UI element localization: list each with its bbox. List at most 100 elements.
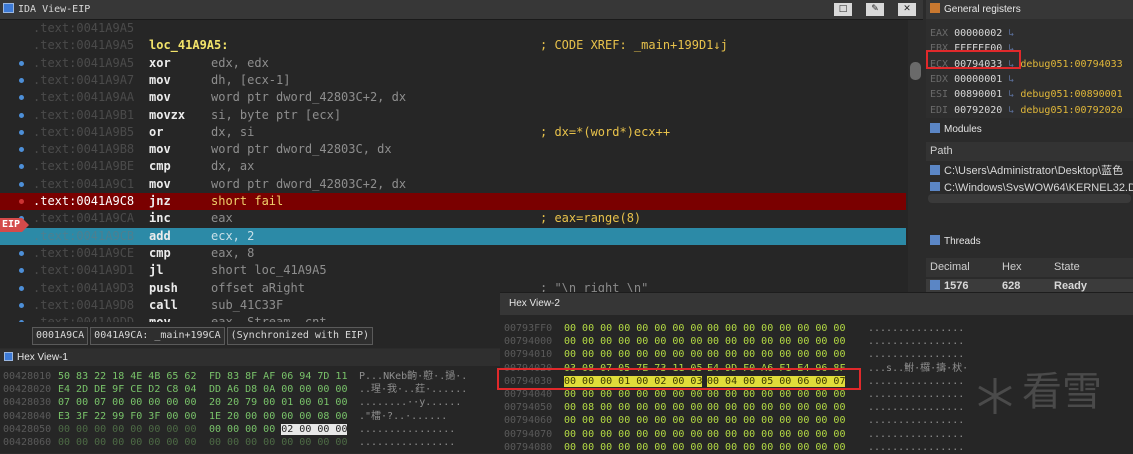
hex-address[interactable]: 00794070 [504, 429, 552, 440]
hex-ascii[interactable]: ................ [868, 376, 964, 387]
hex-ascii[interactable]: ................ [359, 424, 455, 435]
code-line[interactable]: .text:0041A9B8 mov word ptr dword_42803C, … [0, 141, 906, 158]
hex-bytes[interactable]: 00 00 00 00 00 00 00 00 [564, 415, 702, 426]
code-line[interactable]: .text:0041A9D1 jl short loc_41A9A5 [0, 262, 906, 279]
register-value[interactable]: 00890001 [954, 89, 1002, 100]
hex-ascii[interactable]: P...NKeb齣·藯·.撾·. [359, 371, 467, 382]
register-pointer-link[interactable]: debug051:00890001 [1020, 89, 1122, 100]
register-eax[interactable]: EAX 00000002 ↳ [930, 27, 1014, 41]
code-line[interactable]: .text:0041A9B5 or dx, si ; dx=*(word*)ecx++ [0, 124, 906, 141]
register-pointer-link[interactable]: debug051:00792020 [1020, 105, 1122, 116]
module-row[interactable]: C:\Users\Administrator\Desktop\蓝色 [926, 164, 1133, 178]
code-line[interactable]: .text:0041A9CE cmp eax, 8 [0, 245, 906, 262]
hex-address[interactable]: 00428020 [3, 384, 51, 395]
modules-col-path[interactable]: Path [926, 142, 1133, 161]
hex-ascii[interactable]: ................ [868, 349, 964, 360]
operands[interactable]: word ptr dword_42803C+2, dx [211, 89, 406, 106]
hex-bytes[interactable]: E3 3F 22 99 F0 3F 00 00 [58, 411, 196, 422]
hex-bytes[interactable]: 00 00 00 00 00 00 00 00 [564, 442, 702, 453]
hex-ascii[interactable]: ................ [359, 437, 455, 448]
hex-bytes[interactable]: 00 00 00 00 00 00 00 00 [209, 437, 347, 448]
breakpoint-dot-icon[interactable] [19, 181, 24, 187]
code-line[interactable]: .text:0041A9A5 loc_41A9A5: ; CODE XREF: _m… [0, 37, 906, 54]
threads-col-hex[interactable]: Hex [998, 258, 1050, 277]
code-line[interactable]: .text:0041A9B1 movzx si, byte ptr [ecx] [0, 107, 906, 124]
hex-bytes[interactable]: 00 00 00 00 00 00 00 00 [564, 336, 702, 347]
selected-byte[interactable]: 02 00 00 00 [281, 423, 348, 435]
hex-bytes[interactable]: 07 00 07 00 00 00 00 00 [58, 397, 196, 408]
restore-button[interactable]: □ [834, 3, 852, 16]
hex-bytes[interactable]: 00 00 00 00 02 00 00 00 [209, 423, 348, 435]
breakpoint-dot-icon[interactable] [19, 285, 24, 291]
operands[interactable]: word ptr dword_42803C+2, dx [211, 176, 406, 193]
hex-bytes[interactable]: 00 00 00 00 00 00 00 00 [564, 323, 702, 334]
breakpoint-dot-icon[interactable] [19, 164, 24, 170]
code-line[interactable]: .text:0041A9A7 mov dh, [ecx-1] [0, 72, 906, 89]
hex-ascii[interactable]: ..瑆·我·..荭·...... [359, 384, 467, 395]
hex-ascii[interactable]: ...s..鮒·欏·擣·枤· [868, 363, 968, 374]
operands[interactable]: sub_41C33F [211, 297, 283, 314]
hex-bytes[interactable]: 00 00 00 00 00 00 00 00 [707, 349, 845, 360]
operands[interactable]: ecx, 2 [211, 228, 254, 245]
register-edi[interactable]: EDI 00792020 ↳ debug051:00792020 [930, 104, 1123, 118]
operands[interactable]: eax [211, 210, 233, 227]
code-line[interactable]: .text:0041A9C1 mov word ptr dword_42803C+2… [0, 176, 906, 193]
hex-address[interactable]: 00794050 [504, 402, 552, 413]
hex-bytes[interactable]: 00 00 00 00 00 00 00 00 [564, 349, 702, 360]
hex-address[interactable]: 00428040 [3, 411, 51, 422]
register-value[interactable]: 00000002 [954, 28, 1002, 39]
register-value[interactable]: 00792020 [954, 105, 1002, 116]
hex-ascii[interactable]: ................ [868, 323, 964, 334]
register-pointer-link[interactable]: debug051:00794033 [1020, 59, 1122, 70]
breakpoint-dot-icon[interactable] [19, 112, 24, 118]
hex-address[interactable]: 00794060 [504, 415, 552, 426]
breakpoint-dot-icon[interactable] [19, 60, 24, 66]
code-line[interactable]: .text:0041A9CA inc eax ; eax=range(8) [0, 210, 906, 227]
hex-ascii[interactable]: ................ [868, 402, 964, 413]
hex-address[interactable]: 00794040 [504, 389, 552, 400]
hex-bytes[interactable]: E4 2D DE 9F CE D2 C8 04 [58, 384, 196, 395]
code-line[interactable]: .text:0041A9AA mov word ptr dword_42803C+2… [0, 89, 906, 106]
operands[interactable]: dh, [ecx-1] [211, 72, 290, 89]
hex-ascii[interactable]: ................ [868, 336, 964, 347]
code-line[interactable]: .text:0041A9A5 [0, 20, 906, 37]
hex-ascii[interactable]: ................ [868, 442, 964, 453]
jump-arrow-icon[interactable]: ↳ [1002, 89, 1014, 100]
hex-ascii[interactable]: ................ [868, 429, 964, 440]
hex-bytes[interactable]: 00 00 00 00 00 00 00 00 [707, 323, 845, 334]
hex-bytes[interactable]: 00 00 00 00 00 00 00 00 [707, 429, 845, 440]
hex-bytes[interactable]: 1E 20 00 00 00 00 08 00 [209, 411, 347, 422]
breakpoint-dot-icon[interactable] [19, 147, 24, 153]
code-label[interactable]: loc_41A9A5: [149, 37, 228, 54]
operands[interactable]: si, byte ptr [ecx] [211, 107, 341, 124]
breakpoint-dot-icon[interactable] [19, 250, 24, 256]
thread-row[interactable]: 1576 628 Ready [926, 279, 1133, 292]
breakpoint-dot-icon[interactable] [19, 199, 24, 204]
close-button[interactable]: ✕ [898, 3, 916, 16]
hex-bytes[interactable]: 20 20 79 00 01 00 01 00 [209, 397, 347, 408]
hex-bytes[interactable]: FD 83 8F AF 06 94 7D 11 [209, 371, 347, 382]
breakpoint-dot-icon[interactable] [19, 268, 24, 274]
hex-ascii[interactable]: ."檑·?..·...... [359, 411, 447, 422]
hex-bytes[interactable]: 50 83 22 18 4E 4B 65 62 [58, 371, 196, 382]
hex-bytes[interactable]: 00 00 00 00 00 00 00 00 [58, 424, 196, 435]
operands[interactable]: short fail [211, 193, 283, 210]
jump-arrow-icon[interactable]: ↳ [1002, 28, 1014, 39]
operands[interactable]: short loc_41A9A5 [211, 262, 327, 279]
float-button[interactable]: ✎ [866, 3, 884, 16]
code-line[interactable]: .text:0041A9A5 xor edx, edx [0, 55, 906, 72]
hex-bytes[interactable]: 00 00 00 00 00 00 00 00 [707, 389, 845, 400]
hex-bytes[interactable]: 00 00 00 00 00 00 00 00 [707, 442, 845, 453]
register-edx[interactable]: EDX 00000001 ↳ [930, 73, 1014, 87]
operands[interactable]: word ptr dword_42803C, dx [211, 141, 392, 158]
breakpoint-dot-icon[interactable] [19, 302, 24, 308]
hex-ascii[interactable]: ........··y...... [359, 397, 461, 408]
hex-bytes[interactable]: 00 00 00 00 00 00 00 00 [707, 336, 845, 347]
register-esi[interactable]: ESI 00890001 ↳ debug051:00890001 [930, 88, 1123, 102]
module-row[interactable]: C:\Windows\SysWOW64\KERNEL32.D [926, 181, 1133, 191]
jump-arrow-icon[interactable]: ↳ [1002, 105, 1014, 116]
modules-hscroll[interactable] [928, 194, 1131, 203]
hex-bytes[interactable]: DD A6 D8 0A 00 00 00 00 [209, 384, 347, 395]
hex-address[interactable]: 00794010 [504, 349, 552, 360]
hex-address[interactable]: 00428010 [3, 371, 51, 382]
